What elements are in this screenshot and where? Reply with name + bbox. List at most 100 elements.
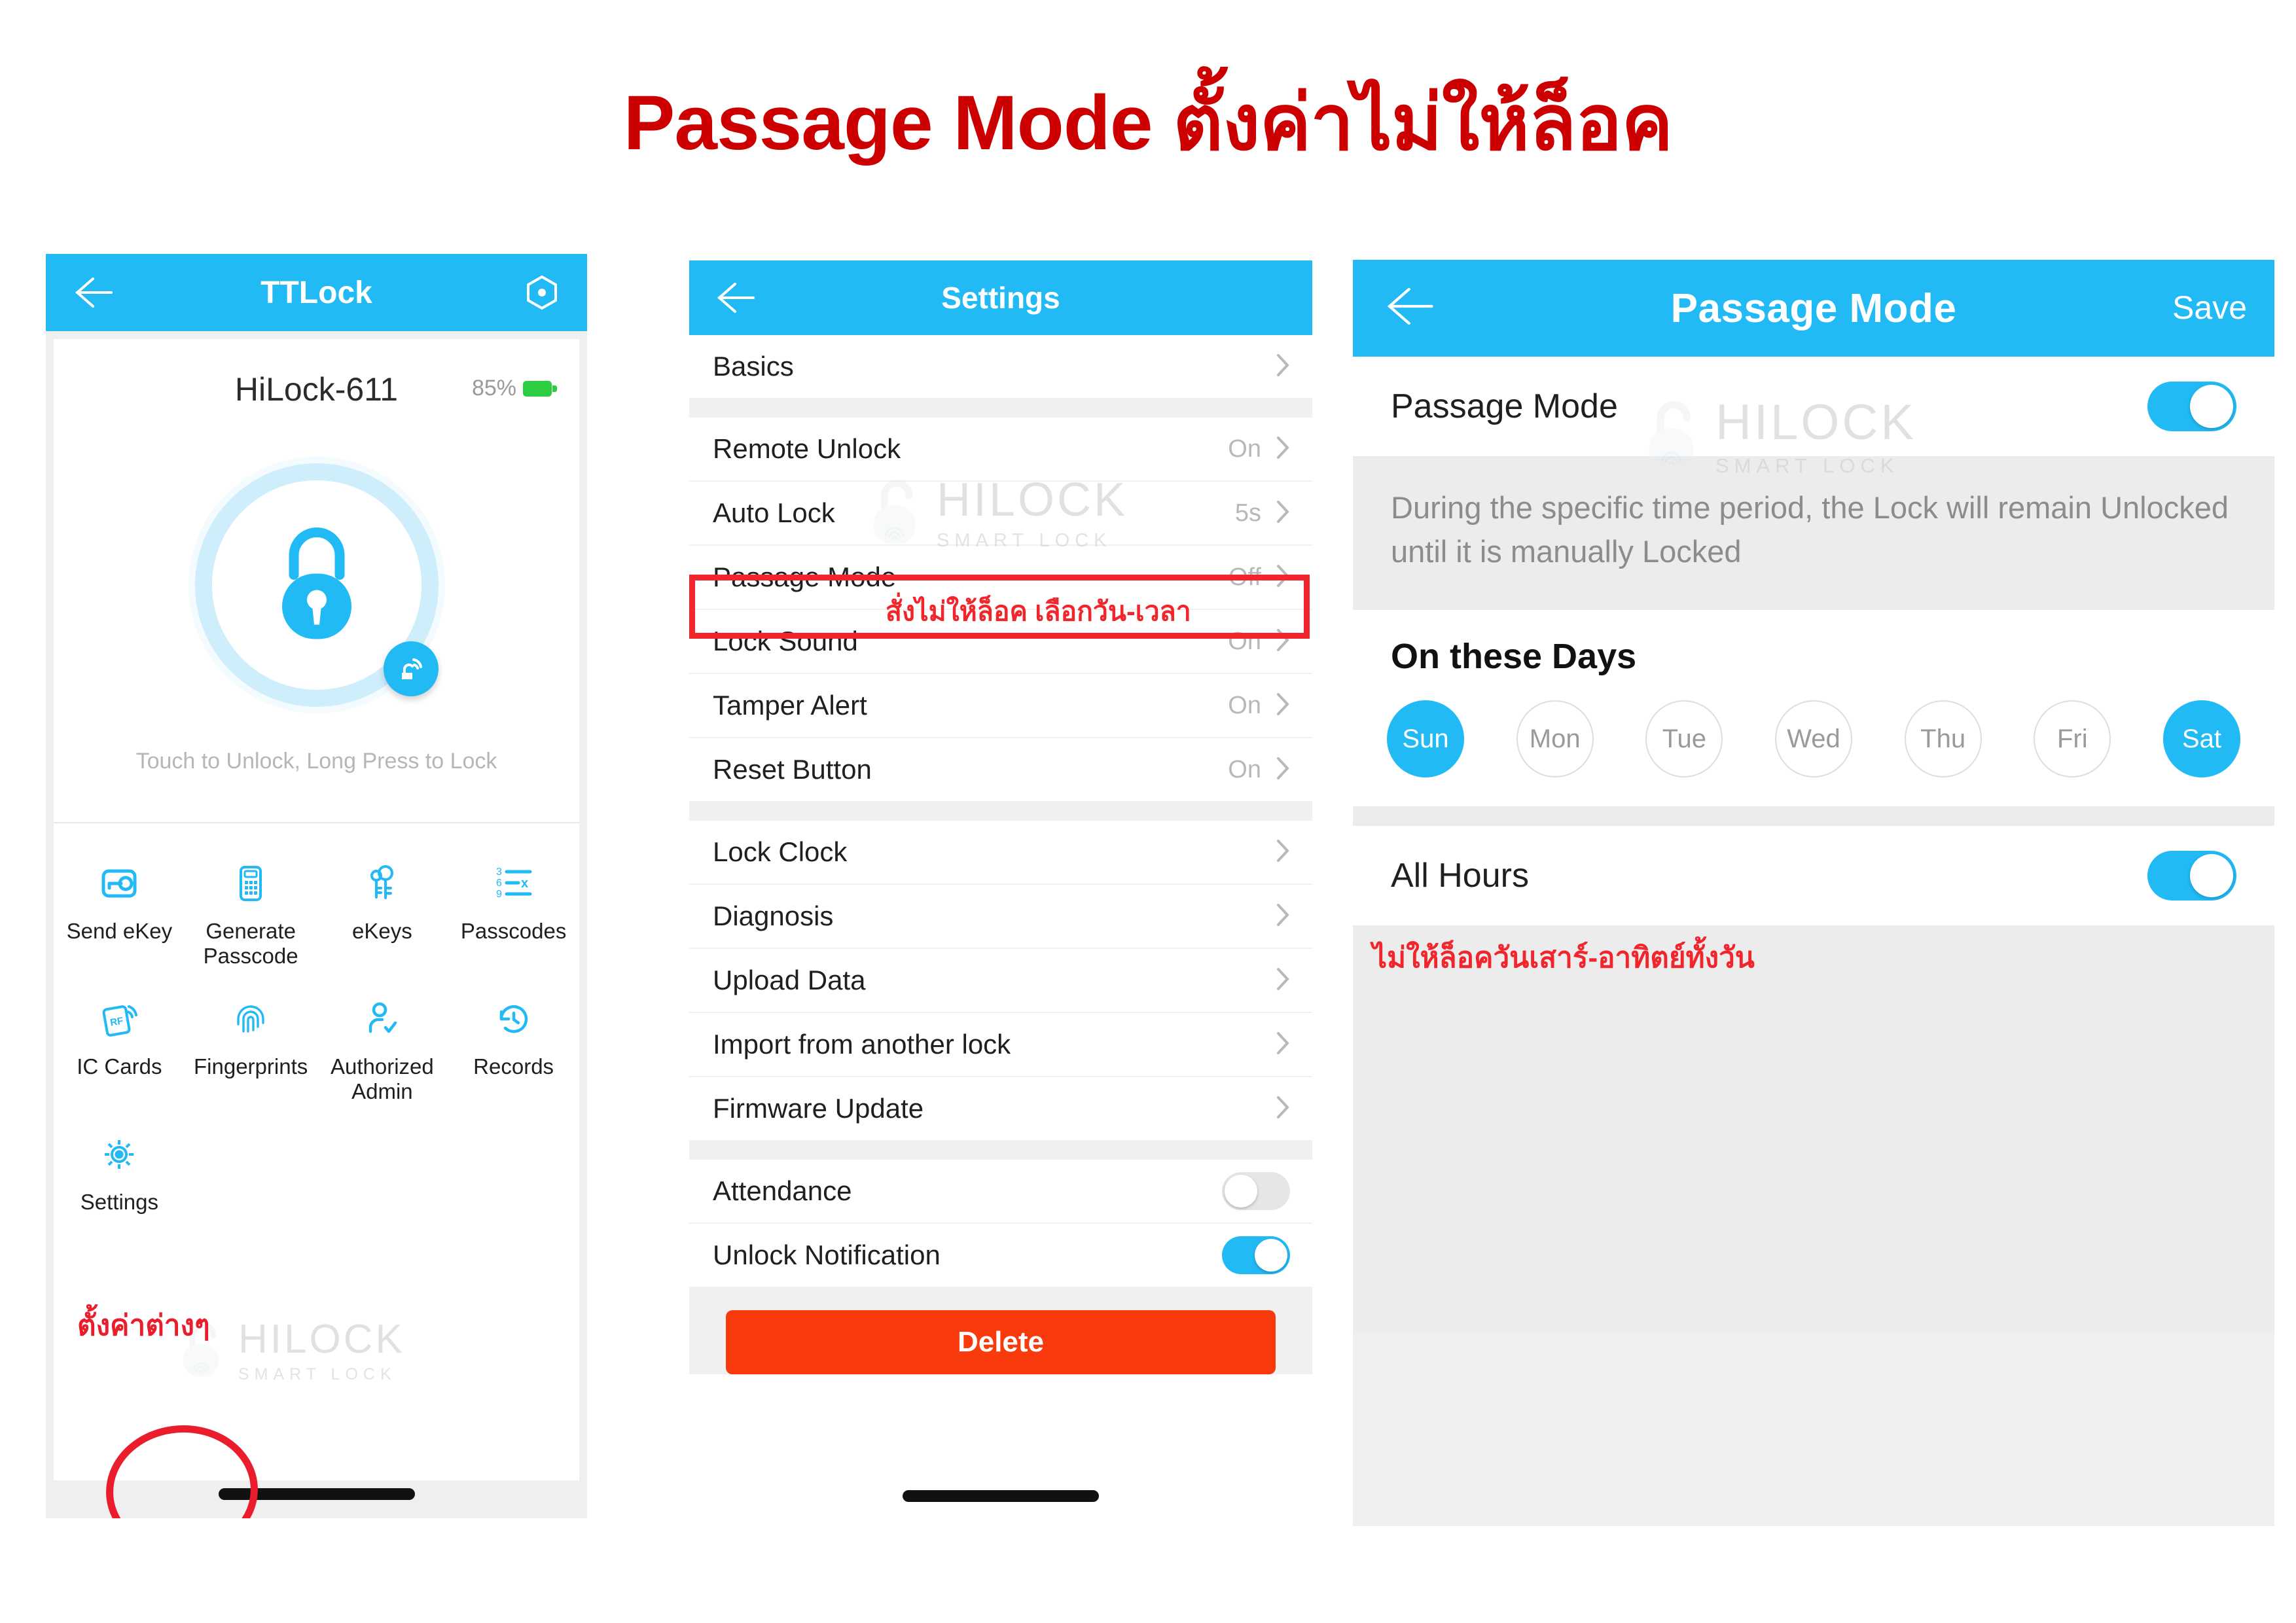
grid-item-passcodes[interactable]: 369 x Passcodes xyxy=(448,843,579,968)
all-hours-toggle[interactable] xyxy=(2147,851,2236,901)
passage-mode-description: During the specific time period, the Loc… xyxy=(1391,490,2229,569)
toggle-knob xyxy=(2190,385,2233,428)
grid-item-ekeys[interactable]: eKeys xyxy=(317,843,448,968)
keys-icon xyxy=(362,859,403,908)
settings-row-tamper-alert[interactable]: Tamper Alert On xyxy=(689,674,1312,738)
all-hours-row[interactable]: All Hours xyxy=(1353,826,2274,926)
chevron-right-icon xyxy=(1276,902,1290,931)
settings-row-basics[interactable]: Basics xyxy=(689,335,1312,399)
day-chip-thu[interactable]: Thu xyxy=(1904,700,1982,778)
passage-mode-toggle[interactable] xyxy=(2147,382,2236,431)
grid-item-send-ekey[interactable]: Send eKey xyxy=(54,843,185,968)
page-title: Passage Mode ตั้งค่าไม่ให้ล็อค xyxy=(623,80,1674,166)
grid-item-ic-cards[interactable]: RF IC Cards xyxy=(54,978,185,1103)
row-value: 5s xyxy=(1234,499,1261,527)
toggle-knob xyxy=(1225,1175,1257,1207)
annotation-settings: ตั้งค่าต่างๆ xyxy=(77,1310,210,1342)
panel3-header: Passage Mode Save xyxy=(1353,260,2274,357)
chevron-right-icon xyxy=(1276,967,1290,995)
gear-icon xyxy=(99,1130,139,1179)
panel2-title: Settings xyxy=(941,281,1060,315)
back-arrow-icon[interactable] xyxy=(715,281,756,317)
day-chip-sun[interactable]: Sun xyxy=(1387,700,1464,778)
row-label: Unlock Notification xyxy=(713,1240,941,1270)
clock-history-icon xyxy=(493,994,534,1044)
panel1-title: TTLock xyxy=(260,275,372,310)
settings-row-attendance[interactable]: Attendance xyxy=(689,1160,1312,1224)
home-indicator xyxy=(903,1490,1099,1502)
row-label: Attendance xyxy=(713,1175,852,1206)
grid-item-generate-passcode[interactable]: Generate Passcode xyxy=(185,843,317,968)
chevron-right-icon xyxy=(1276,692,1290,720)
back-arrow-icon[interactable] xyxy=(1384,286,1435,330)
row-label: Remote Unlock xyxy=(713,433,901,464)
row-value: On xyxy=(1228,755,1261,783)
chevron-right-icon xyxy=(1276,628,1290,656)
row-value: Off xyxy=(1229,563,1261,591)
bluetooth-unlock-icon[interactable] xyxy=(383,641,439,696)
battery-icon xyxy=(523,380,557,397)
grid-item-records[interactable]: Records xyxy=(448,978,579,1103)
attendance-toggle[interactable] xyxy=(1222,1172,1290,1210)
battery-indicator: 85% xyxy=(472,376,557,401)
panel2-header: Settings xyxy=(689,260,1312,335)
row-label: Lock Clock xyxy=(713,836,848,867)
row-value: On xyxy=(1228,435,1261,463)
settings-list: Basics Remote Unlock On Auto Lock 5s Pas… xyxy=(689,335,1312,1527)
settings-row-upload-data[interactable]: Upload Data xyxy=(689,949,1312,1013)
chevron-right-icon xyxy=(1276,563,1290,592)
lock-name: HiLock-611 xyxy=(234,371,399,408)
annotation-passage-mode: สั่งไม่ให้ล็อค เลือกวัน-เวลา xyxy=(886,596,1191,626)
settings-row-firmware-update[interactable]: Firmware Update xyxy=(689,1077,1312,1141)
day-chip-wed[interactable]: Wed xyxy=(1774,700,1852,778)
settings-row-auto-lock[interactable]: Auto Lock 5s xyxy=(689,482,1312,546)
grid-label: Generate Passcode xyxy=(203,919,298,968)
grid-label: Settings xyxy=(80,1190,158,1215)
user-check-icon xyxy=(362,994,403,1044)
panel3-body: Passage Mode During the specific time pe… xyxy=(1353,357,2274,1526)
section-gap xyxy=(689,399,1312,418)
section-gap xyxy=(1353,806,2274,827)
save-button[interactable]: Save xyxy=(2172,289,2247,327)
chevron-right-icon xyxy=(1276,756,1290,784)
svg-text:3: 3 xyxy=(496,866,502,878)
row-label: Import from another lock xyxy=(713,1029,1011,1060)
svg-text:x: x xyxy=(521,876,528,891)
day-chip-fri[interactable]: Fri xyxy=(2034,700,2111,778)
settings-row-lock-clock[interactable]: Lock Clock xyxy=(689,821,1312,885)
row-value: On xyxy=(1228,627,1261,655)
settings-row-remote-unlock[interactable]: Remote Unlock On xyxy=(689,418,1312,482)
grid-item-settings[interactable]: Settings xyxy=(54,1114,185,1229)
passage-mode-description-block: During the specific time period, the Loc… xyxy=(1353,456,2274,611)
grid-label: Send eKey xyxy=(66,919,173,943)
unlock-notification-toggle[interactable] xyxy=(1222,1236,1290,1274)
screenshot-root: Passage Mode ตั้งค่าไม่ให้ล็อค TTLock Hi… xyxy=(0,0,2296,1623)
delete-button[interactable]: Delete xyxy=(726,1310,1276,1374)
row-label: Basics xyxy=(713,351,794,382)
settings-row-unlock-notification[interactable]: Unlock Notification xyxy=(689,1224,1312,1288)
svg-text:6: 6 xyxy=(496,878,502,889)
day-chip-mon[interactable]: Mon xyxy=(1516,700,1594,778)
phone-panel-passage-mode: Passage Mode Save Passage Mode During th… xyxy=(1353,260,2274,1526)
grid-item-fingerprints[interactable]: Fingerprints xyxy=(185,978,317,1103)
settings-row-import-from-another-lock[interactable]: Import from another lock xyxy=(689,1013,1312,1077)
section-gap xyxy=(689,802,1312,821)
day-chip-sat[interactable]: Sat xyxy=(2162,700,2240,778)
passage-mode-row[interactable]: Passage Mode xyxy=(1353,357,2274,456)
chevron-right-icon xyxy=(1276,353,1290,381)
annotation-weekend: ไม่ให้ล็อควันเสาร์-อาทิตย์ทั้งวัน xyxy=(1372,942,1755,974)
grid-item-authorized-admin[interactable]: Authorized Admin xyxy=(317,978,448,1103)
chevron-right-icon xyxy=(1276,435,1290,463)
grid-label: eKeys xyxy=(352,919,412,943)
row-label: Upload Data xyxy=(713,965,866,995)
settings-row-diagnosis[interactable]: Diagnosis xyxy=(689,885,1312,949)
settings-row-reset-button[interactable]: Reset Button On xyxy=(689,738,1312,802)
day-chip-tue[interactable]: Tue xyxy=(1645,700,1723,778)
hexagon-dot-icon[interactable] xyxy=(523,274,561,315)
svg-text:9: 9 xyxy=(496,889,502,900)
rf-card-icon: RF xyxy=(99,994,139,1044)
toggle-knob xyxy=(2190,854,2233,898)
row-label: Tamper Alert xyxy=(713,690,867,721)
back-arrow-icon[interactable] xyxy=(73,276,114,312)
grid-label: Fingerprints xyxy=(194,1054,308,1079)
